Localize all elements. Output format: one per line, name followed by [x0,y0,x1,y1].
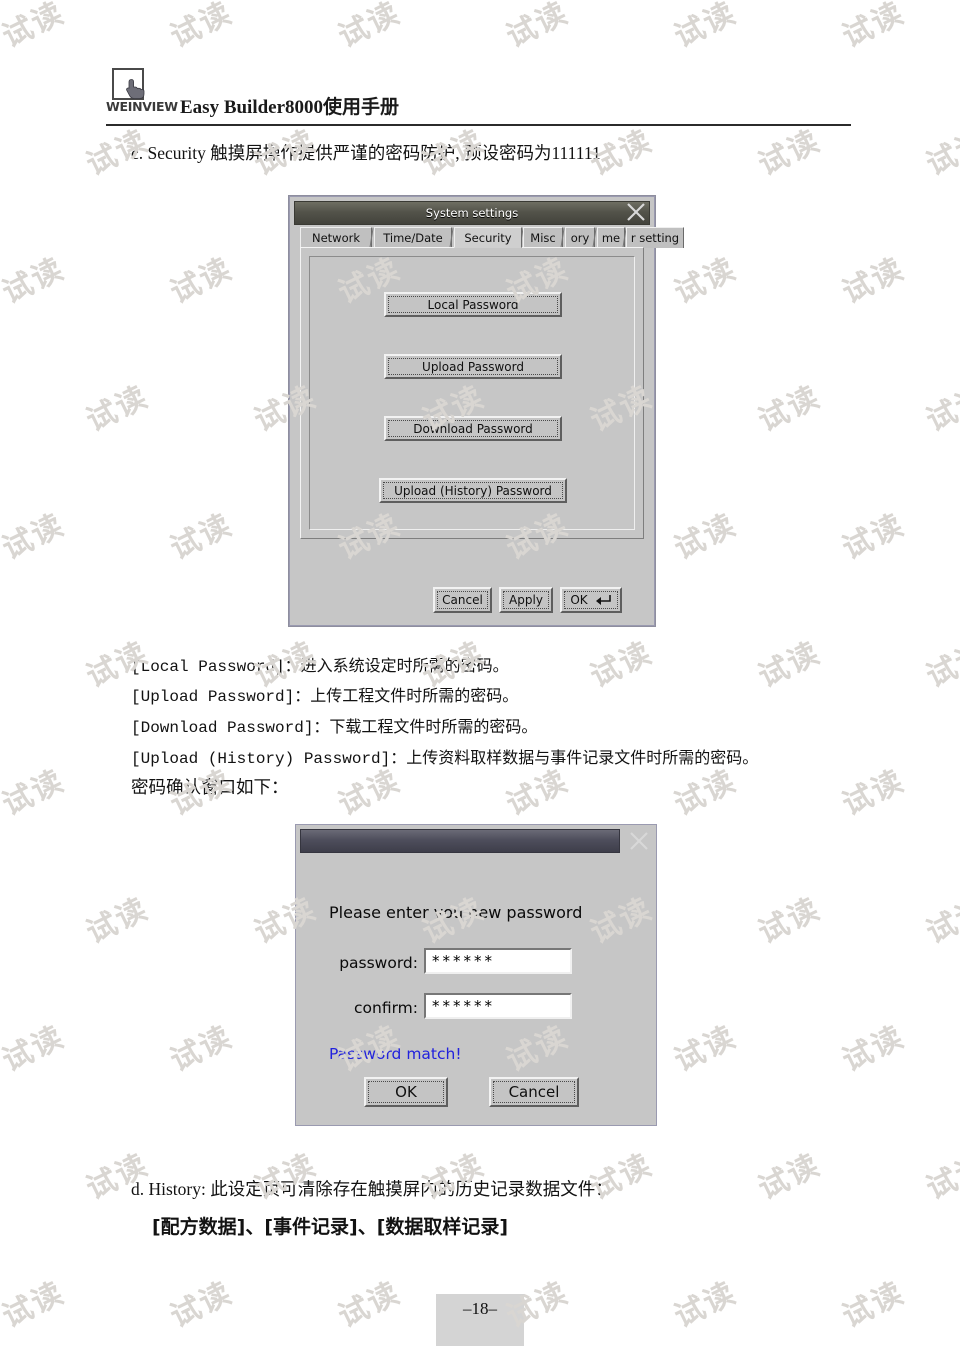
password-input[interactable]: ****** [424,948,572,974]
tab-misc[interactable]: Misc [523,227,563,248]
paragraph-history-intro: d. History: 此设定页可清除存在触摸屏内的历史记录数据文件： [131,1179,613,1199]
confirm-input[interactable]: ****** [424,993,572,1019]
tab-network[interactable]: Network [300,227,372,248]
weinview-logo: WEINVIEW [106,66,178,114]
cancel-button[interactable]: Cancel [433,587,492,613]
tab-security[interactable]: Security [454,227,522,248]
hand-cursor-icon [126,79,145,99]
header-divider [106,124,851,126]
dialog-titlebar: System settings [294,201,650,225]
password-ok-button[interactable]: OK [364,1077,448,1107]
upload-history-password-button[interactable]: Upload (History) Password [379,478,567,503]
logo-wordmark: WEINVIEW [106,99,178,114]
desc-upload-history-password: [Upload (History) Password]：上传资料取样数据与事件记… [131,750,759,768]
tab-setting[interactable]: r setting [626,227,684,248]
tab-time-date[interactable]: Time/Date [374,227,452,248]
system-settings-dialog: System settings Network Time/Date Securi… [289,196,684,626]
dialog-title: System settings [425,206,519,220]
header-title: Easy Builder8000使用手册 [180,97,400,118]
password-dialog-titlebar [300,829,620,853]
security-panel: Local Password Upload Password Download … [300,247,644,539]
tab-strip: Network Time/Date Security Misc ory me r… [300,227,684,248]
upload-password-button[interactable]: Upload Password [384,354,562,379]
confirm-window-intro: 密码确认窗口如下： [131,777,289,797]
paragraph-history-items: [配方数据]、[事件记录]、[数据取样记录] [152,1216,509,1238]
local-password-button[interactable]: Local Password [384,292,562,317]
password-match-message: Password match! [329,1045,462,1063]
password-confirm-dialog: Please enter you new password password: … [295,824,657,1126]
password-dialog-heading: Please enter you new password [329,903,583,922]
tab-history[interactable]: ory [565,227,595,248]
page-header: WEINVIEW Easy Builder8000使用手册 [106,66,851,122]
confirm-label: confirm: [353,999,418,1017]
desc-upload-password: [Upload Password]：上传工程文件时所需的密码。 [131,688,519,706]
ok-button[interactable]: OK [560,587,622,613]
password-label: password: [339,954,418,972]
close-icon[interactable] [627,829,651,853]
desc-download-password: [Download Password]：下载工程文件时所需的密码。 [131,719,538,737]
close-icon[interactable] [624,200,648,224]
apply-button[interactable]: Apply [499,587,553,613]
desc-local-password: [Local Password]：进入系统设定时所需的密码。 [131,658,509,676]
paragraph-security-intro: c. Security 触摸屏操作提供严谨的密码防护, 预设密码为111111 [131,143,601,163]
password-cancel-button[interactable]: Cancel [489,1077,579,1107]
tab-time[interactable]: me [597,227,625,248]
download-password-button[interactable]: Download Password [384,416,562,441]
page-number: –18– [463,1299,497,1318]
